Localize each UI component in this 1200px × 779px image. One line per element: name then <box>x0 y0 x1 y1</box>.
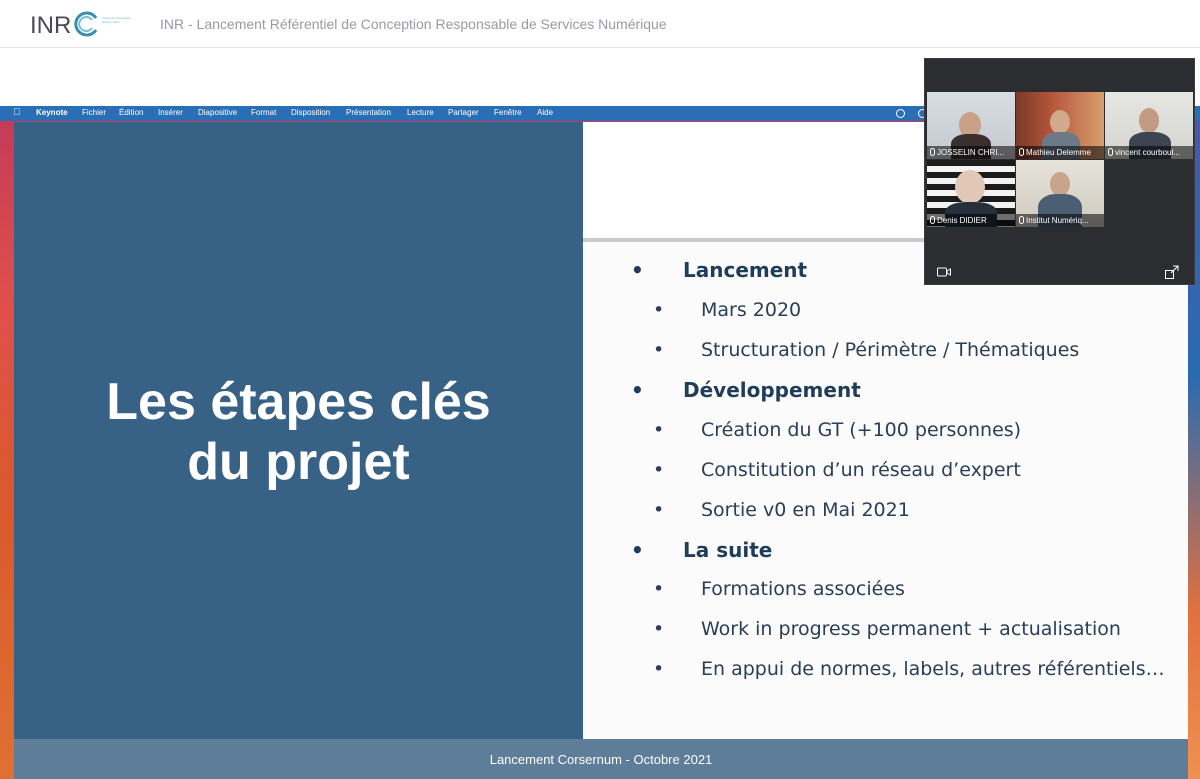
participant-face <box>1050 110 1070 134</box>
top-header: INR Institut du Numérique Responsable IN… <box>0 0 1200 48</box>
participant-label: Institut Numériq... <box>1016 214 1104 227</box>
participant-tile[interactable]: vincent courboul... <box>1105 92 1193 159</box>
page-title: INR - Lancement Référentiel de Conceptio… <box>160 16 667 32</box>
camera-icon[interactable] <box>937 267 951 277</box>
slide-title-panel: Les étapes clés du projet <box>14 122 583 739</box>
mic-icon <box>1019 216 1024 224</box>
participant-tile[interactable]: Denis DIDIER <box>927 160 1015 227</box>
expand-icon[interactable] <box>1165 265 1179 279</box>
participant-face <box>1139 108 1159 133</box>
mic-icon <box>930 216 935 224</box>
slide-footer-text: Lancement Corsernum - Octobre 2021 <box>489 752 713 767</box>
slide-title-line-1: Les étapes clés <box>106 373 491 431</box>
slide-title: Les étapes clés du projet <box>14 372 583 492</box>
apple-icon[interactable]:  <box>13 107 21 118</box>
participant-face <box>1050 172 1070 196</box>
participant-label: Mathieu Delemme <box>1016 146 1104 159</box>
menu-aide[interactable]: Aide <box>537 108 553 117</box>
inr-logo[interactable]: INR Institut du Numérique Responsable <box>30 10 131 39</box>
participant-tile[interactable]: Institut Numériq... <box>1016 160 1104 227</box>
menu-lecture[interactable]: Lecture <box>407 108 434 117</box>
mic-icon <box>1108 148 1113 156</box>
logo-caption: Institut du Numérique Responsable <box>102 16 131 24</box>
participant-tile[interactable]: Mathieu Delemme <box>1016 92 1104 159</box>
participant-tile[interactable]: JOSSELIN CHRI... <box>927 92 1015 159</box>
status-record-icon[interactable] <box>896 109 905 118</box>
menu-edition[interactable]: Édition <box>119 108 143 117</box>
menu-diapositive[interactable]: Diapositive <box>198 108 237 117</box>
participant-face <box>955 170 985 204</box>
participant-label: Denis DIDIER <box>927 214 1015 227</box>
menu-fichier[interactable]: Fichier <box>82 108 106 117</box>
menu-inserer[interactable]: Insérer <box>158 108 183 117</box>
menu-fenetre[interactable]: Fenêtre <box>494 108 522 117</box>
menu-disposition[interactable]: Disposition <box>291 108 330 117</box>
logo-ring-icon <box>74 11 98 37</box>
slide-bullet-panel: • Lancement • Mars 2020 • Structuration / P… <box>583 242 1188 739</box>
slide-title-line-2: du projet <box>187 433 410 491</box>
menu-app-name[interactable]: Keynote <box>36 108 68 117</box>
menu-partager[interactable]: Partager <box>448 108 479 117</box>
menu-presentation[interactable]: Présentation <box>346 108 391 117</box>
mic-icon <box>1019 148 1024 156</box>
video-call-panel[interactable]: JOSSELIN CHRI... Mathieu Delemme vincent… <box>924 58 1195 285</box>
participant-label: JOSSELIN CHRI... <box>927 146 1015 159</box>
slide-footer: Lancement Corsernum - Octobre 2021 <box>14 739 1188 779</box>
logo-text: INR <box>30 12 72 39</box>
menu-format[interactable]: Format <box>251 108 276 117</box>
participant-label: vincent courboul... <box>1105 146 1193 159</box>
mic-icon <box>930 148 935 156</box>
